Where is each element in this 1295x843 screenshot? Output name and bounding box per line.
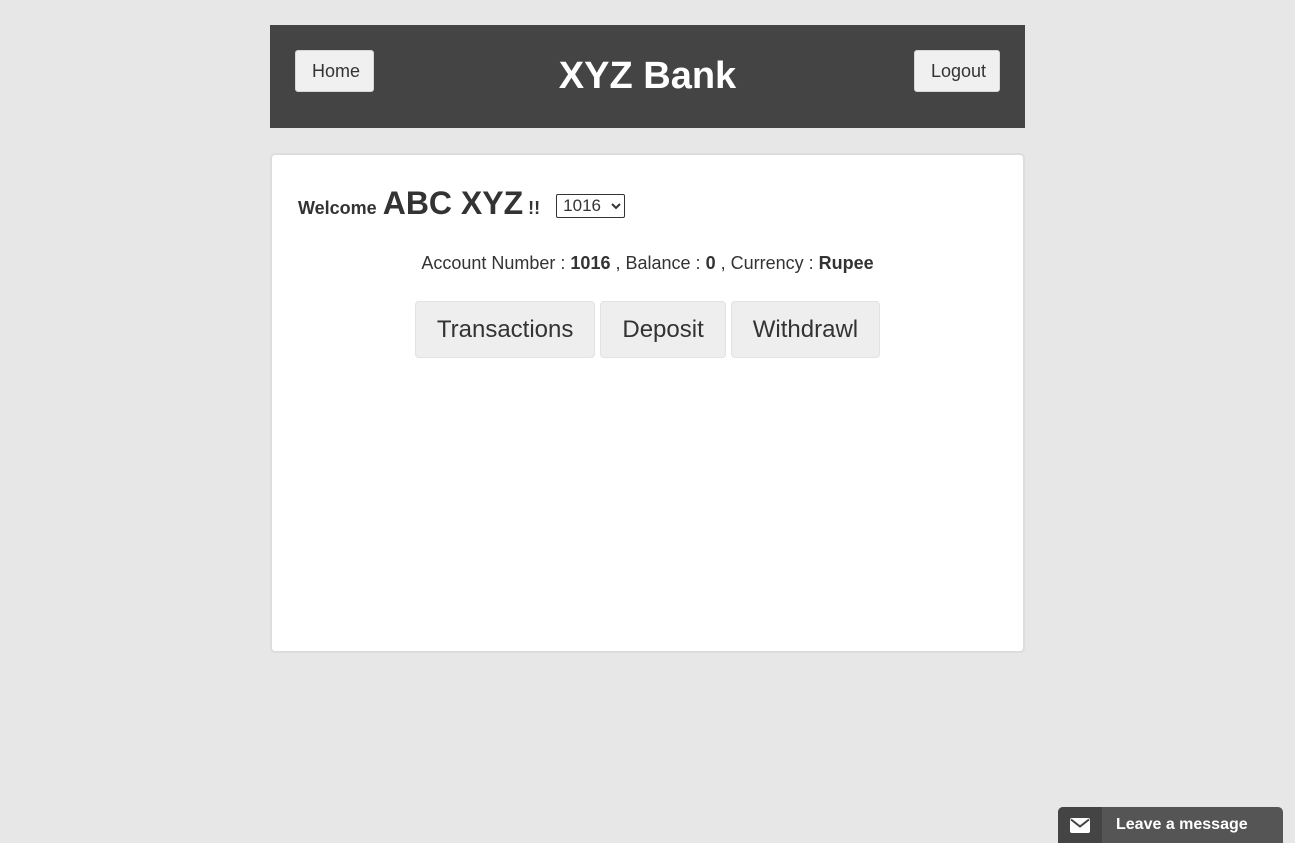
leave-message-widget[interactable]: Leave a message bbox=[1058, 807, 1283, 843]
welcome-exclamation: !! bbox=[528, 198, 541, 218]
account-summary: Account Number : 1016 , Balance : 0 , Cu… bbox=[272, 251, 1023, 275]
bank-title: XYZ Bank bbox=[558, 55, 737, 97]
leave-message-label: Leave a message bbox=[1116, 816, 1248, 833]
welcome-heading: Welcome ABC XYZ !! 1016 bbox=[298, 185, 626, 225]
account-number-value: 1016 bbox=[570, 253, 611, 273]
withdrawl-button[interactable]: Withdrawl bbox=[730, 301, 881, 358]
balance-value: 0 bbox=[705, 253, 716, 273]
envelope-icon bbox=[1058, 807, 1102, 843]
action-tabs: Transactions Deposit Withdrawl bbox=[272, 301, 1023, 358]
logout-button[interactable]: Logout bbox=[914, 50, 1000, 92]
welcome-text: Welcome bbox=[298, 198, 377, 218]
currency-label: , Currency : bbox=[720, 253, 814, 273]
account-select[interactable]: 1016 bbox=[556, 193, 626, 218]
account-panel: Welcome ABC XYZ !! 1016 Account Number :… bbox=[270, 153, 1025, 653]
top-header: Home XYZ Bank Logout bbox=[270, 25, 1025, 128]
account-number-label: Account Number : bbox=[421, 253, 566, 273]
balance-label: , Balance : bbox=[615, 253, 701, 273]
currency-value: Rupee bbox=[818, 253, 874, 273]
deposit-button[interactable]: Deposit bbox=[600, 301, 726, 358]
transactions-button[interactable]: Transactions bbox=[414, 301, 596, 358]
customer-name: ABC XYZ bbox=[382, 185, 524, 221]
